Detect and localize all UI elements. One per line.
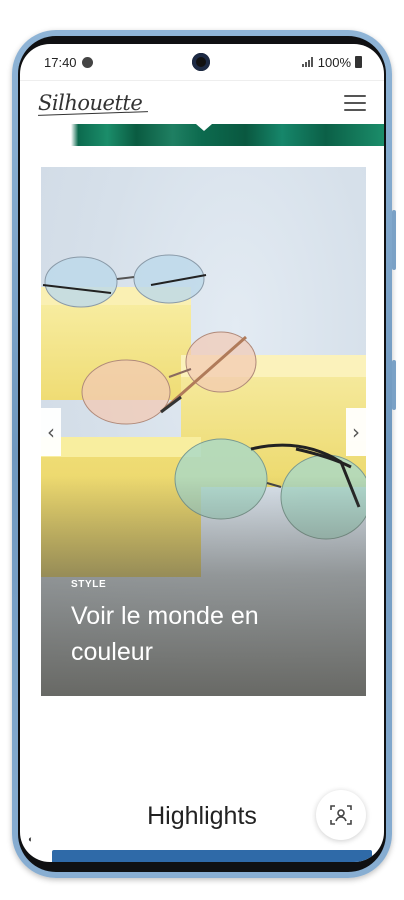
face-scan-icon	[330, 805, 352, 825]
battery-percent: 100%	[317, 54, 351, 70]
carousel-prev-button[interactable]: ‹	[41, 408, 61, 456]
volume-button	[392, 210, 396, 270]
power-button	[392, 360, 396, 410]
site-header: Silhouette	[20, 80, 384, 124]
bottom-section-strip	[52, 850, 372, 862]
screen: 17:40 100% Silhouette STYLE Voir le mond…	[20, 44, 384, 862]
signal-icon	[301, 57, 313, 67]
accessibility-icon[interactable]: ◐	[28, 834, 33, 844]
battery-icon	[355, 56, 362, 68]
status-time: 17:40	[44, 54, 77, 70]
hero-kicker: STYLE	[71, 579, 107, 590]
silhouette-logo[interactable]: Silhouette	[38, 91, 143, 115]
hamburger-menu-icon[interactable]	[344, 94, 366, 111]
banner-notch	[196, 124, 212, 131]
chevron-right-icon: ›	[352, 420, 360, 444]
face-scan-button[interactable]	[316, 790, 366, 840]
front-camera	[192, 53, 210, 71]
chevron-left-icon: ‹	[47, 420, 55, 444]
notification-icon	[81, 56, 93, 68]
status-bar: 17:40 100%	[20, 44, 384, 80]
carousel-next-button[interactable]: ›	[346, 408, 366, 456]
hero-slide[interactable]: STYLE Voir le monde en couleur	[41, 167, 366, 696]
hero-headline[interactable]: Voir le monde en couleur	[71, 598, 331, 670]
hero-caption: STYLE Voir le monde en couleur	[71, 579, 331, 670]
